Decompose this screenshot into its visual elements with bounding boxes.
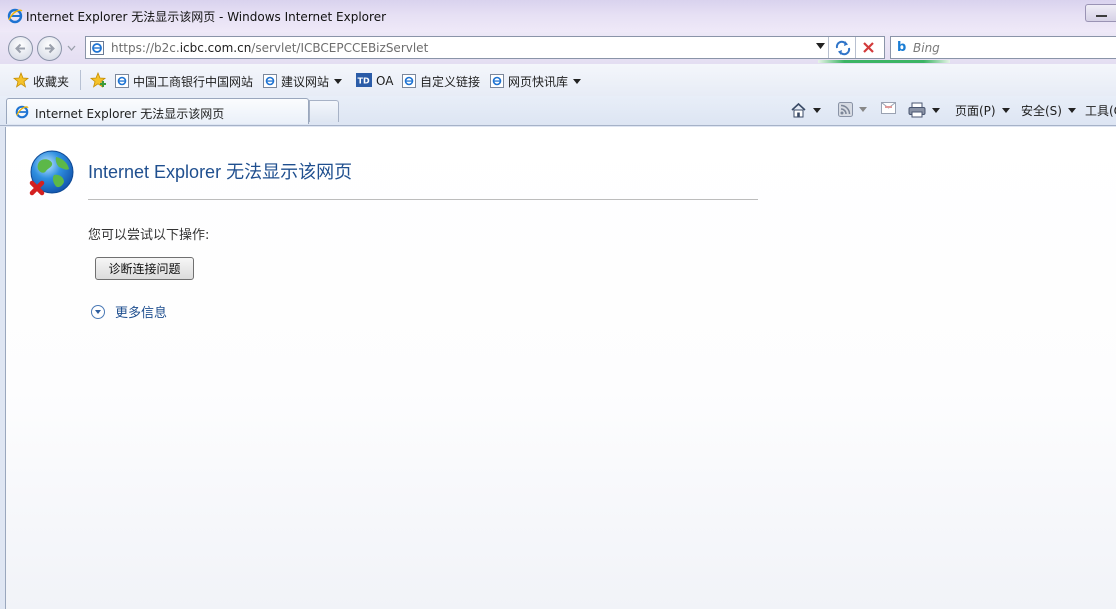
new-tab-button[interactable] — [309, 100, 339, 122]
title-bar: Internet Explorer 无法显示该网页 - Windows Inte… — [0, 0, 1116, 32]
minimize-icon — [1096, 15, 1107, 17]
more-info-link[interactable]: 更多信息 — [91, 302, 167, 321]
recent-pages-chevron-down-icon[interactable] — [67, 45, 76, 51]
page-menu[interactable]: 页面(P) — [955, 102, 1010, 119]
chevron-down-icon — [932, 107, 940, 113]
url-domain: icbc.com.cn — [179, 41, 252, 55]
tools-menu[interactable]: 工具(O) — [1085, 102, 1116, 119]
suggestion-text: 您可以尝试以下操作: — [88, 228, 210, 243]
chevron-down-icon — [813, 107, 821, 113]
home-button[interactable] — [790, 102, 821, 118]
url-path: /servlet/ICBCEPCCEBizServlet — [251, 41, 429, 55]
chevron-down-icon — [1067, 108, 1076, 113]
ie-page-icon — [89, 40, 105, 59]
expand-chevron-down-icon — [91, 304, 105, 319]
error-title: Internet Explorer 无法显示该网页 — [88, 162, 353, 182]
favorite-link-label: 建议网站 — [281, 74, 330, 89]
chevron-down-icon — [1001, 108, 1010, 113]
safety-menu-label: 安全(S) — [1021, 104, 1062, 118]
favorite-link-oa[interactable]: TD OA — [356, 72, 394, 90]
minimize-button[interactable] — [1085, 4, 1116, 22]
search-box[interactable]: b — [890, 36, 1116, 59]
globe-error-icon — [29, 150, 74, 196]
address-bar[interactable]: https://b2c.icbc.com.cn/servlet/ICBCEPCC… — [85, 36, 885, 59]
add-to-favorites-bar-button[interactable] — [89, 71, 111, 91]
navigation-bar: https://b2c.icbc.com.cn/servlet/ICBCEPCC… — [0, 32, 1116, 64]
star-icon — [12, 71, 30, 91]
svg-text:TD: TD — [358, 76, 370, 85]
favorites-button[interactable]: 收藏夹 — [12, 71, 70, 91]
home-icon — [791, 102, 806, 118]
tab-row: Internet Explorer 无法显示该网页 页面(P) 安全(S) 工具… — [0, 96, 1116, 126]
read-mail-button[interactable] — [881, 102, 896, 114]
search-input[interactable] — [913, 39, 1103, 56]
printer-icon — [908, 102, 926, 118]
back-button[interactable] — [8, 36, 33, 61]
compatibility-refresh-icon[interactable] — [834, 40, 852, 56]
favorite-link-icbc[interactable]: 中国工商银行中国网站 — [115, 73, 253, 89]
divider — [80, 70, 81, 90]
chevron-down-icon — [334, 78, 343, 84]
internet-explorer-icon — [15, 105, 29, 122]
safety-menu[interactable]: 安全(S) — [1021, 102, 1076, 119]
divider — [88, 199, 758, 200]
page-menu-label: 页面(P) — [955, 104, 996, 118]
internet-explorer-icon — [7, 8, 23, 27]
tab-label: Internet Explorer 无法显示该网页 — [35, 107, 225, 121]
stop-close-icon[interactable] — [862, 41, 875, 54]
mail-icon — [881, 102, 896, 114]
bing-icon: b — [897, 40, 907, 55]
chevron-down-icon — [573, 78, 582, 84]
forward-button[interactable] — [37, 36, 62, 61]
page-content: Internet Explorer 无法显示该网页 您可以尝试以下操作: 诊断连… — [5, 127, 1116, 609]
add-favorite-star-icon — [89, 71, 107, 91]
url-prefix: https://b2c. — [111, 41, 180, 55]
forward-arrow-icon — [45, 43, 55, 54]
window-title: Internet Explorer 无法显示该网页 - Windows Inte… — [26, 10, 387, 24]
tools-menu-label: 工具(O) — [1085, 104, 1116, 118]
ie-page-icon — [263, 74, 277, 88]
favorite-link-label: 网页快讯库 — [508, 74, 569, 89]
print-button[interactable] — [908, 102, 940, 118]
favorite-link-label: OA — [376, 74, 394, 88]
diagnose-connection-button[interactable]: 诊断连接问题 — [95, 257, 194, 280]
feeds-button[interactable] — [838, 102, 867, 117]
divider — [828, 37, 829, 58]
ie-page-icon — [402, 74, 416, 88]
back-arrow-icon — [15, 43, 25, 54]
favorites-label: 收藏夹 — [33, 74, 70, 89]
chevron-down-icon — [859, 107, 867, 112]
divider — [855, 37, 856, 58]
favorite-link-web-slice-gallery[interactable]: 网页快讯库 — [490, 73, 582, 89]
favorite-link-label: 中国工商银行中国网站 — [133, 74, 254, 89]
address-dropdown-icon[interactable] — [816, 43, 825, 49]
td-icon: TD — [356, 72, 372, 90]
ie-page-icon — [115, 74, 129, 88]
url-text: https://b2c.icbc.com.cn/servlet/ICBCEPCC… — [111, 41, 428, 55]
favorite-link-suggested-sites[interactable]: 建议网站 — [263, 73, 343, 89]
rss-feed-icon — [838, 102, 853, 117]
favorite-link-label: 自定义链接 — [420, 74, 481, 89]
loading-progress-bar — [818, 60, 950, 63]
favorites-bar: 收藏夹 中国工商银行中国网站 建议网站 TD OA 自定义链接 网页快讯库 — [0, 64, 1116, 96]
ie-page-icon — [490, 74, 504, 88]
favorite-link-custom-links[interactable]: 自定义链接 — [402, 73, 480, 89]
more-info-label: 更多信息 — [115, 306, 168, 321]
tab-current[interactable]: Internet Explorer 无法显示该网页 — [6, 98, 309, 124]
